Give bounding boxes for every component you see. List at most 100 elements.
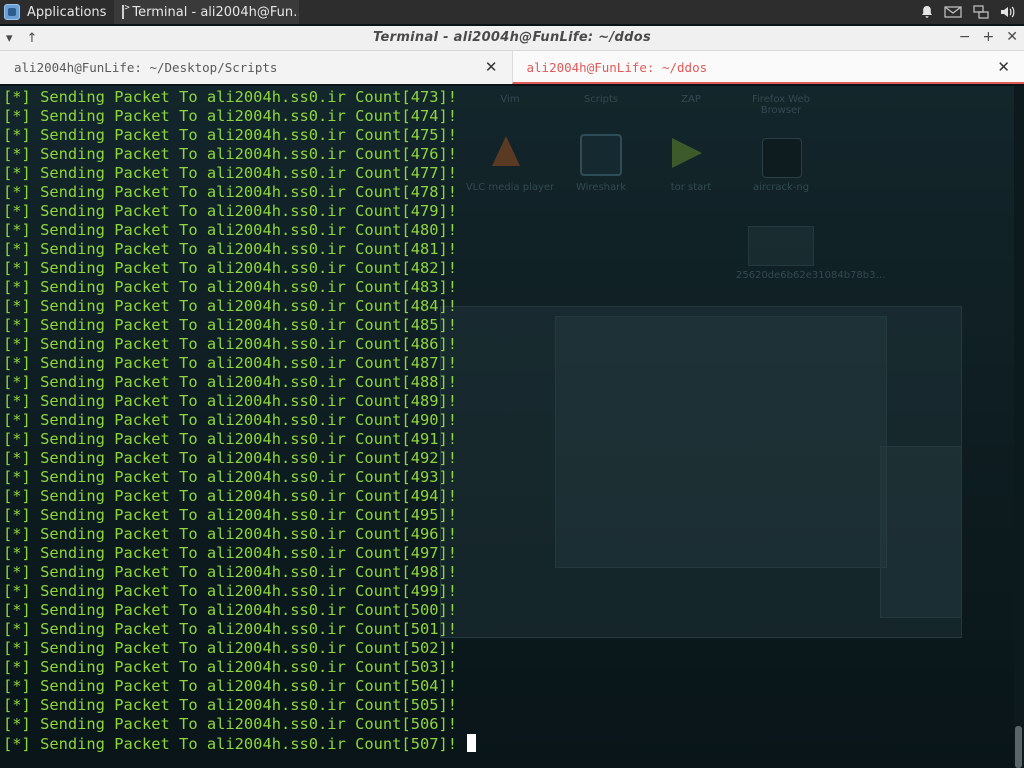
terminal-line: [*] Sending Packet To ali2004h.ss0.ir Co… <box>3 487 476 506</box>
background-thumbnail <box>748 226 814 266</box>
terminal-line: [*] Sending Packet To ali2004h.ss0.ir Co… <box>3 107 476 126</box>
terminal-line: [*] Sending Packet To ali2004h.ss0.ir Co… <box>3 601 476 620</box>
tab-label: ali2004h@FunLife: ~/Desktop/Scripts <box>14 60 278 75</box>
minimize-button[interactable]: − <box>959 29 971 45</box>
terminal-line-text: [*] Sending Packet To ali2004h.ss0.ir Co… <box>3 145 458 163</box>
terminal-line-text: [*] Sending Packet To ali2004h.ss0.ir Co… <box>3 278 458 296</box>
terminal-line-text: [*] Sending Packet To ali2004h.ss0.ir Co… <box>3 696 458 714</box>
system-tray <box>920 4 1024 20</box>
scrollbar-thumb[interactable] <box>1015 726 1022 768</box>
wireshark-icon <box>580 134 622 176</box>
terminal-line: [*] Sending Packet To ali2004h.ss0.ir Co… <box>3 88 476 107</box>
terminal-line-text: [*] Sending Packet To ali2004h.ss0.ir Co… <box>3 221 458 239</box>
terminal-line: [*] Sending Packet To ali2004h.ss0.ir Co… <box>3 373 476 392</box>
terminal-line: [*] Sending Packet To ali2004h.ss0.ir Co… <box>3 259 476 278</box>
applications-icon <box>4 4 20 20</box>
terminal-line: [*] Sending Packet To ali2004h.ss0.ir Co… <box>3 468 476 487</box>
taskbar-item-label: Terminal - ali2004h@Fun… <box>132 4 300 20</box>
terminal-line: [*] Sending Packet To ali2004h.ss0.ir Co… <box>3 506 476 525</box>
terminal-line-text: [*] Sending Packet To ali2004h.ss0.ir Co… <box>3 525 458 543</box>
tor-start-icon <box>672 138 702 168</box>
tab-scripts[interactable]: ali2004h@FunLife: ~/Desktop/Scripts ✕ <box>0 51 512 84</box>
terminal-line: [*] Sending Packet To ali2004h.ss0.ir Co… <box>3 449 476 468</box>
titlebar-right-controls: − + ✕ <box>959 29 1018 45</box>
terminal-line: [*] Sending Packet To ali2004h.ss0.ir Co… <box>3 544 476 563</box>
terminal-line-text: [*] Sending Packet To ali2004h.ss0.ir Co… <box>3 316 458 334</box>
terminal-line: [*] Sending Packet To ali2004h.ss0.ir Co… <box>3 316 476 335</box>
tab-close-button[interactable]: ✕ <box>997 58 1010 76</box>
terminal-line: [*] Sending Packet To ali2004h.ss0.ir Co… <box>3 145 476 164</box>
terminal-line-text: [*] Sending Packet To ali2004h.ss0.ir Co… <box>3 392 458 410</box>
terminal-line-text: [*] Sending Packet To ali2004h.ss0.ir Co… <box>3 715 458 733</box>
terminal-line-text: [*] Sending Packet To ali2004h.ss0.ir Co… <box>3 601 458 619</box>
terminal-line-text: [*] Sending Packet To ali2004h.ss0.ir Co… <box>3 677 458 695</box>
desktop-label-aircrack: aircrack-ng <box>752 182 810 193</box>
terminal-line-text: [*] Sending Packet To ali2004h.ss0.ir Co… <box>3 354 458 372</box>
aircrack-icon <box>762 138 802 178</box>
terminal-line-text: [*] Sending Packet To ali2004h.ss0.ir Co… <box>3 126 458 144</box>
terminal-line-text: [*] Sending Packet To ali2004h.ss0.ir Co… <box>3 544 458 562</box>
terminal-line-text: [*] Sending Packet To ali2004h.ss0.ir Co… <box>3 468 458 486</box>
terminal-line: [*] Sending Packet To ali2004h.ss0.ir Co… <box>3 278 476 297</box>
terminal-line: [*] Sending Packet To ali2004h.ss0.ir Co… <box>3 715 476 734</box>
applications-menu[interactable]: Applications <box>0 0 114 24</box>
window-title: Terminal - ali2004h@FunLife: ~/ddos <box>373 30 651 45</box>
terminal-line: [*] Sending Packet To ali2004h.ss0.ir Co… <box>3 563 476 582</box>
terminal-line-text: [*] Sending Packet To ali2004h.ss0.ir Co… <box>3 88 458 106</box>
terminal-line: [*] Sending Packet To ali2004h.ss0.ir Co… <box>3 392 476 411</box>
terminal-line-text: [*] Sending Packet To ali2004h.ss0.ir Co… <box>3 373 458 391</box>
tab-close-button[interactable]: ✕ <box>485 58 498 76</box>
terminal-line-text: [*] Sending Packet To ali2004h.ss0.ir Co… <box>3 582 458 600</box>
top-panel: Applications Terminal - ali2004h@Fun… <box>0 0 1024 24</box>
terminal-line: [*] Sending Packet To ali2004h.ss0.ir Co… <box>3 734 477 753</box>
desktop-label-scripts: Scripts <box>583 94 619 105</box>
terminal-output[interactable]: Vim Scripts ZAP Firefox Web Browser VLC … <box>0 86 1014 768</box>
desktop-label-wireshark: Wireshark <box>575 182 627 193</box>
desktop-label-firefox: Firefox Web Browser <box>751 94 811 116</box>
terminal-line: [*] Sending Packet To ali2004h.ss0.ir Co… <box>3 297 476 316</box>
terminal-line: [*] Sending Packet To ali2004h.ss0.ir Co… <box>3 354 476 373</box>
terminal-line: [*] Sending Packet To ali2004h.ss0.ir Co… <box>3 639 476 658</box>
terminal-line: [*] Sending Packet To ali2004h.ss0.ir Co… <box>3 335 476 354</box>
maximize-button[interactable]: + <box>983 29 995 45</box>
desktop-label-vlc: VLC media player <box>465 182 555 193</box>
close-window-button[interactable]: ✕ <box>1006 29 1018 45</box>
terminal-line: [*] Sending Packet To ali2004h.ss0.ir Co… <box>3 240 476 259</box>
desktop-label-file: 25620de6b62e31084b78b3… <box>736 270 886 281</box>
terminal-line-text: [*] Sending Packet To ali2004h.ss0.ir Co… <box>3 202 458 220</box>
network-icon[interactable] <box>972 4 990 20</box>
terminal-line-text: [*] Sending Packet To ali2004h.ss0.ir Co… <box>3 240 458 258</box>
terminal-line-text: [*] Sending Packet To ali2004h.ss0.ir Co… <box>3 506 458 524</box>
terminal-line: [*] Sending Packet To ali2004h.ss0.ir Co… <box>3 658 476 677</box>
terminal-line-text: [*] Sending Packet To ali2004h.ss0.ir Co… <box>3 487 458 505</box>
terminal-line-text: [*] Sending Packet To ali2004h.ss0.ir Co… <box>3 620 458 638</box>
bell-icon[interactable] <box>920 5 934 19</box>
text-cursor <box>467 734 477 752</box>
terminal-line-text: [*] Sending Packet To ali2004h.ss0.ir Co… <box>3 658 458 676</box>
terminal-line: [*] Sending Packet To ali2004h.ss0.ir Co… <box>3 202 476 221</box>
terminal-line-text: [*] Sending Packet To ali2004h.ss0.ir Co… <box>3 335 458 353</box>
terminal-line: [*] Sending Packet To ali2004h.ss0.ir Co… <box>3 677 476 696</box>
background-panel-graphic <box>880 446 962 618</box>
terminal-line: [*] Sending Packet To ali2004h.ss0.ir Co… <box>3 183 476 202</box>
terminal-line-text: [*] Sending Packet To ali2004h.ss0.ir Co… <box>3 259 458 277</box>
terminal-line-text: [*] Sending Packet To ali2004h.ss0.ir Co… <box>3 430 458 448</box>
terminal-line-text: [*] Sending Packet To ali2004h.ss0.ir Co… <box>3 297 458 315</box>
terminal-line: [*] Sending Packet To ali2004h.ss0.ir Co… <box>3 411 476 430</box>
terminal-scrollbar[interactable] <box>1014 86 1024 768</box>
terminal-line-text: [*] Sending Packet To ali2004h.ss0.ir Co… <box>3 563 458 581</box>
volume-icon[interactable] <box>1000 5 1016 19</box>
window-titlebar[interactable]: ▾ ↑ Terminal - ali2004h@FunLife: ~/ddos … <box>0 26 1024 51</box>
terminal-line: [*] Sending Packet To ali2004h.ss0.ir Co… <box>3 582 476 601</box>
terminal-line: [*] Sending Packet To ali2004h.ss0.ir Co… <box>3 164 476 183</box>
terminal-line-text: [*] Sending Packet To ali2004h.ss0.ir Co… <box>3 183 458 201</box>
taskbar-item-terminal[interactable]: Terminal - ali2004h@Fun… <box>114 0 300 24</box>
vlc-icon <box>492 136 520 166</box>
terminal-line-text: [*] Sending Packet To ali2004h.ss0.ir Co… <box>3 107 458 125</box>
terminal-line: [*] Sending Packet To ali2004h.ss0.ir Co… <box>3 430 476 449</box>
terminal-line-text: [*] Sending Packet To ali2004h.ss0.ir Co… <box>3 164 458 182</box>
mail-icon[interactable] <box>944 5 962 19</box>
applications-label: Applications <box>27 4 107 20</box>
terminal-line: [*] Sending Packet To ali2004h.ss0.ir Co… <box>3 696 476 715</box>
tab-ddos[interactable]: ali2004h@FunLife: ~/ddos ✕ <box>511 51 1024 84</box>
